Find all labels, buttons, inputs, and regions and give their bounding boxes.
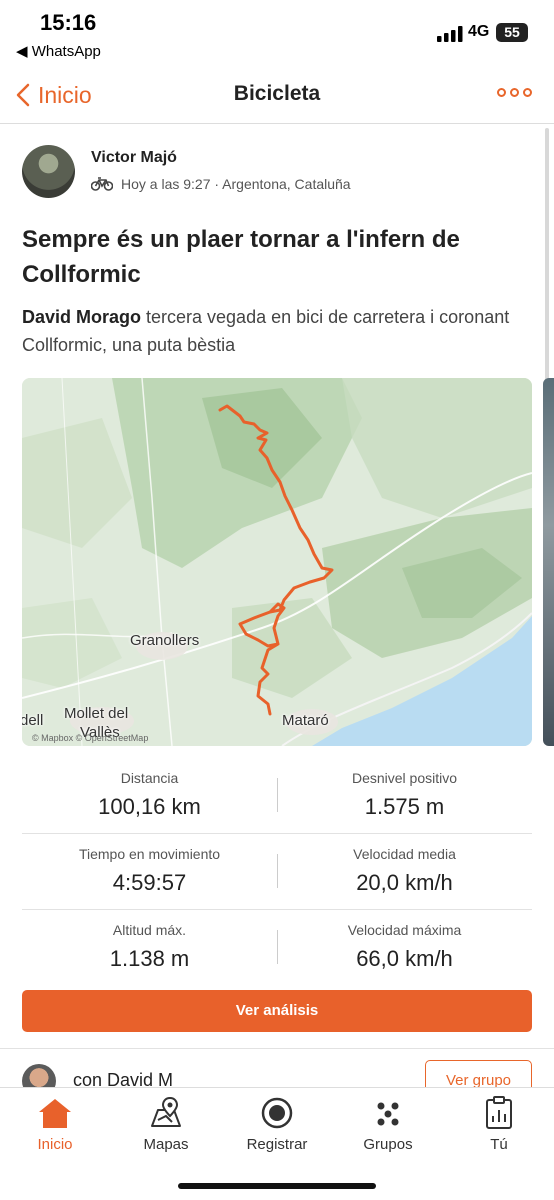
groups-icon	[377, 1102, 399, 1126]
stats-row: Altitud máx. 1.138 m Velocidad máxima 66…	[22, 910, 532, 986]
map-credit: © Mapbox © OpenStreetMap	[32, 733, 149, 743]
more-options-icon[interactable]	[497, 88, 532, 97]
activity-title: Sempre és un plaer tornar a l'infern de …	[22, 226, 460, 288]
stat-moving-time: Tiempo en movimiento 4:59:57	[22, 846, 277, 896]
stat-value: 4:59:57	[112, 870, 187, 895]
tab-label: Tú	[490, 1136, 508, 1153]
mention-link[interactable]: David Morago	[22, 307, 141, 327]
record-icon	[261, 1097, 293, 1129]
status-time: 15:16	[40, 10, 97, 35]
route-map[interactable]: Granollers Mollet del Vallès Mataró dell…	[22, 378, 532, 746]
nav-bar: Inicio Bicicleta	[0, 68, 554, 124]
tab-grupos[interactable]: Grupos	[333, 1096, 443, 1153]
tab-label: Mapas	[143, 1136, 189, 1153]
status-bar: 15:16 ◀ WhatsApp 4G 55	[0, 0, 554, 66]
tab-label: Inicio	[37, 1136, 73, 1153]
network-type: 4G	[468, 23, 490, 40]
tab-tu[interactable]: Tú	[444, 1096, 554, 1153]
stat-avg-speed: Velocidad media 20,0 km/h	[277, 846, 532, 896]
activity-description: David Morago tercera vegada en bici de c…	[22, 303, 512, 359]
stats-row: Distancia 100,16 km Desnivel positivo 1.…	[22, 758, 532, 834]
stat-max-speed: Velocidad máxima 66,0 km/h	[277, 922, 532, 972]
stat-label: Velocidad media	[353, 846, 456, 862]
author-name[interactable]: Victor Majó	[91, 149, 177, 167]
stat-label: Velocidad máxima	[347, 922, 462, 938]
stat-label: Altitud máx.	[112, 922, 187, 938]
bike-icon	[91, 177, 113, 191]
home-icon	[39, 1099, 71, 1128]
stat-value: 20,0 km/h	[356, 870, 453, 895]
map-icon	[151, 1096, 181, 1127]
view-analysis-button[interactable]: Ver análisis	[22, 990, 532, 1032]
map-label-mataro: Mataró	[282, 712, 329, 729]
activity-meta-text: Hoy a las 9:27 · Argentona, Cataluña	[121, 176, 351, 192]
stat-value: 100,16 km	[98, 794, 201, 819]
page-title: Bicicleta	[233, 82, 321, 105]
signal-icon	[437, 26, 463, 42]
stat-value: 1.575 m	[364, 794, 445, 819]
map-background	[22, 378, 532, 746]
back-to-whatsapp[interactable]: ◀ WhatsApp	[16, 42, 101, 60]
tab-inicio[interactable]: Inicio	[0, 1096, 110, 1153]
stats-row: Tiempo en movimiento 4:59:57 Velocidad m…	[22, 834, 532, 910]
profile-icon	[486, 1096, 512, 1129]
stat-distance: Distancia 100,16 km	[22, 770, 277, 820]
stat-label: Tiempo en movimiento	[78, 846, 221, 862]
author-avatar[interactable]	[22, 145, 75, 198]
stat-value: 66,0 km/h	[356, 946, 453, 971]
tab-label: Grupos	[363, 1136, 413, 1153]
map-label-granollers: Granollers	[130, 632, 200, 649]
stat-max-altitude: Altitud máx. 1.138 m	[22, 922, 277, 972]
stats-table: Distancia 100,16 km Desnivel positivo 1.…	[22, 758, 532, 986]
battery-icon: 55	[496, 23, 528, 42]
stat-label: Distancia	[120, 770, 179, 786]
stat-label: Desnivel positivo	[351, 770, 458, 786]
tab-mapas[interactable]: Mapas	[111, 1096, 221, 1153]
tab-label: Registrar	[246, 1136, 308, 1153]
home-indicator[interactable]	[178, 1183, 376, 1189]
map-label-dell: dell	[22, 712, 44, 729]
stat-elevation-gain: Desnivel positivo 1.575 m	[277, 770, 532, 820]
map-label-mollet: Mollet del	[64, 705, 129, 722]
stat-value: 1.138 m	[109, 946, 190, 971]
next-photo-preview[interactable]	[543, 378, 554, 746]
activity-meta: Hoy a las 9:27 · Argentona, Cataluña	[91, 176, 351, 192]
section-divider	[0, 1048, 554, 1049]
tab-registrar[interactable]: Registrar	[222, 1096, 332, 1153]
